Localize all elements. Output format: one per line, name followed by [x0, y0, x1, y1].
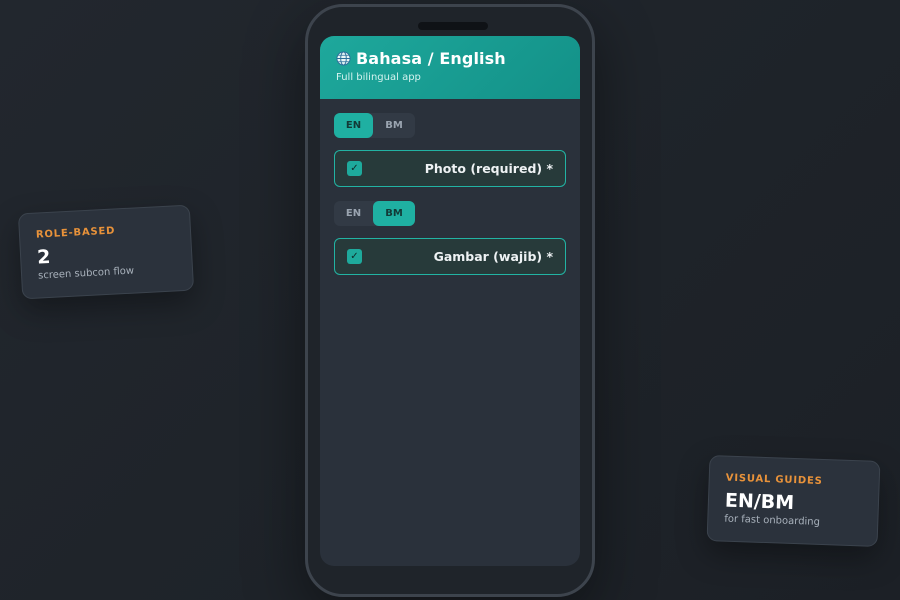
stat-card-role-based: ROLE-BASED 2 screen subcon flow: [17, 204, 195, 300]
language-group-en: EN BM ✓ Photo (required) *: [334, 113, 566, 187]
toggle-option-en[interactable]: EN: [334, 113, 373, 138]
language-toggle: EN BM: [334, 113, 415, 138]
language-group-bm: EN BM ✓ Gambar (wajib) *: [334, 201, 566, 275]
app-header: Bahasa / English Full bilingual app: [320, 36, 580, 99]
checkbox-checked-icon[interactable]: ✓: [347, 249, 362, 264]
app-subtitle: Full bilingual app: [336, 72, 421, 83]
photo-field[interactable]: ✓ Photo (required) *: [334, 150, 566, 187]
gambar-field[interactable]: ✓ Gambar (wajib) *: [334, 238, 566, 275]
stat-card-visual-guides: VISUAL GUIDES EN/BM for fast onboarding: [706, 455, 881, 547]
checkbox-checked-icon[interactable]: ✓: [347, 161, 362, 176]
card-label: ROLE-BASED: [35, 225, 116, 241]
toggle-option-bm[interactable]: BM: [373, 201, 415, 226]
field-label: Gambar (wajib) *: [433, 249, 553, 264]
app-title: Bahasa / English: [356, 49, 506, 68]
phone-notch: [418, 22, 488, 30]
card-label: VISUAL GUIDES: [725, 472, 823, 487]
phone-screen: Bahasa / English Full bilingual app EN B…: [320, 36, 580, 566]
phone-frame: Bahasa / English Full bilingual app EN B…: [305, 4, 595, 597]
language-toggle: EN BM: [334, 201, 415, 226]
field-label: Photo (required) *: [424, 161, 553, 176]
card-value: EN/BM: [724, 489, 795, 515]
toggle-option-bm[interactable]: BM: [373, 113, 415, 138]
globe-icon: [336, 51, 351, 66]
form-content: EN BM ✓ Photo (required) * EN BM ✓ Gamba…: [320, 99, 580, 275]
toggle-option-en[interactable]: EN: [334, 201, 373, 226]
card-description: for fast onboarding: [724, 513, 821, 528]
